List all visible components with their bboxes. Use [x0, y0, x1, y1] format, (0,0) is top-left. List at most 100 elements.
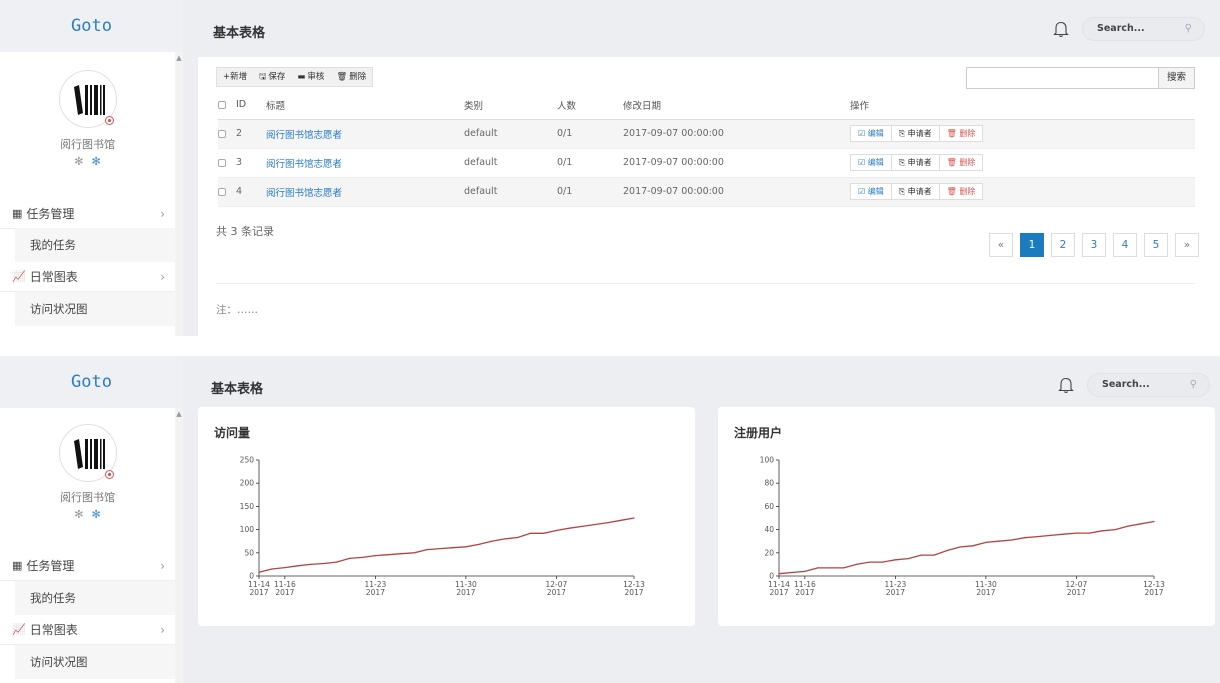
gear-icon[interactable]: ✻ [74, 508, 83, 521]
page-button-5[interactable]: 5 [1144, 233, 1168, 257]
data-point [1024, 537, 1026, 539]
table-row[interactable]: 3 阅行图书馆志愿者 default 0/1 2017-09-07 00:00:00 ☑ … [218, 148, 1195, 178]
scroll-up-icon[interactable]: ▲ [175, 54, 183, 64]
scroll-up-icon[interactable]: ▲ [175, 410, 183, 420]
menu-my-tasks[interactable]: 我的任务 [15, 581, 175, 615]
sidebar-scrollbar[interactable] [175, 408, 183, 683]
data-point [555, 529, 558, 532]
table-search-button[interactable]: 搜索 [1158, 67, 1195, 89]
x-tick-year: 2017 [1144, 588, 1163, 597]
column-header-id[interactable]: ID [236, 91, 266, 120]
menu-task-management[interactable]: ▦ 任务管理 › [0, 551, 175, 581]
search-icon[interactable]: ⚲ [1190, 374, 1197, 396]
column-header-actions: 操作 [850, 91, 1195, 120]
prev-page-button[interactable]: « [989, 233, 1013, 257]
page-title: 基本表格 [213, 26, 266, 41]
data-point [894, 559, 896, 561]
x-tick-year: 2017 [624, 588, 643, 597]
column-header-count[interactable]: 人数 [557, 91, 623, 120]
brand-logo[interactable]: Goto [0, 356, 183, 408]
review-icon: ▬ [297, 72, 306, 82]
avatar[interactable] [59, 70, 117, 128]
menu-my-tasks[interactable]: 我的任务 [15, 228, 175, 262]
title-link[interactable]: 阅行图书馆志愿者 [266, 188, 342, 199]
add-button[interactable]: +新增 [217, 68, 253, 86]
delete-button[interactable]: 🗑 删除 [938, 183, 984, 200]
cell-id: 4 [236, 177, 266, 207]
trash-icon: 🗑 [946, 129, 960, 138]
data-point [413, 552, 415, 554]
avatar[interactable] [59, 424, 117, 482]
page-button-3[interactable]: 3 [1082, 233, 1106, 257]
menu-daily-charts[interactable]: 📈 日常图表 › [0, 262, 175, 292]
search-icon[interactable]: ⚲ [1185, 18, 1192, 40]
edit-button[interactable]: ☑ 编辑 [850, 154, 892, 171]
data-point [907, 558, 909, 560]
row-checkbox[interactable] [218, 129, 226, 138]
edit-button[interactable]: ☑ 编辑 [850, 125, 892, 142]
data-point [1011, 539, 1013, 541]
next-page-button[interactable]: » [1175, 233, 1199, 257]
column-header-title[interactable]: 标题 [266, 91, 464, 120]
table-row[interactable]: 2 阅行图书馆志愿者 default 0/1 2017-09-07 00:00:00 ☑ … [218, 119, 1195, 149]
data-point [1101, 530, 1103, 532]
page-button-4[interactable]: 4 [1113, 233, 1137, 257]
cell-date: 2017-09-07 00:00:00 [623, 119, 850, 149]
delete-button[interactable]: 🗑 删除 [938, 125, 984, 142]
header: 基本表格 Search... ⚲ [183, 0, 1220, 52]
menu-daily-charts[interactable]: 📈 日常图表 › [0, 615, 175, 645]
select-all-checkbox[interactable] [218, 100, 226, 109]
search-input[interactable]: Search... ⚲ [1082, 17, 1205, 41]
page-button-2[interactable]: 2 [1051, 233, 1075, 257]
gear-icon[interactable]: ✻ [92, 155, 101, 168]
title-link[interactable]: 阅行图书馆志愿者 [266, 130, 342, 141]
row-checkbox[interactable] [218, 187, 226, 196]
applicants-button[interactable]: ⎘ 申请者 [890, 154, 940, 171]
column-header-date[interactable]: 修改日期 [623, 91, 850, 120]
data-point [529, 532, 532, 534]
review-button[interactable]: ▬ 审核 [291, 68, 330, 86]
data-point [1037, 535, 1039, 538]
gear-icon[interactable]: ✻ [74, 155, 83, 168]
data-point [348, 557, 351, 559]
applicants-button[interactable]: ⎘ 申请者 [890, 125, 940, 142]
cell-count: 0/1 [557, 148, 623, 178]
column-header-category[interactable]: 类别 [464, 91, 557, 120]
menu-visit-status-chart[interactable]: 访问状况图 [15, 645, 175, 679]
edit-button[interactable]: ☑ 编辑 [850, 183, 892, 200]
table-search-input[interactable] [966, 67, 1159, 89]
menu-task-management[interactable]: ▦ 任务管理 › [0, 199, 175, 229]
data-point [998, 540, 1000, 542]
sidebar-scrollbar[interactable] [175, 52, 183, 336]
data-point [258, 571, 260, 573]
applicants-button[interactable]: ⎘ 申请者 [890, 183, 940, 200]
settings-icons: ✻ ✻ [0, 155, 175, 168]
delete-button[interactable]: 🗑 删除 [938, 154, 984, 171]
cell-actions: ☑ 编辑 ⎘ 申请者 🗑 删除 [850, 119, 1195, 149]
bell-icon[interactable] [1058, 376, 1074, 394]
bell-icon[interactable] [1053, 20, 1069, 38]
data-point [972, 545, 974, 547]
cell-category: default [464, 119, 557, 149]
search-input[interactable]: Search... ⚲ [1087, 373, 1210, 397]
registered-users-line-chart: 02040608010011-14201711-16201711-2320171… [760, 456, 1165, 598]
data-point [271, 568, 273, 570]
y-tick-label: 50 [244, 548, 254, 557]
row-checkbox[interactable] [218, 158, 226, 167]
menu-visit-status-chart[interactable]: 访问状况图 [15, 292, 175, 326]
delete-button[interactable]: 🗑 删除 [330, 68, 372, 86]
page-button-1[interactable]: 1 [1020, 233, 1044, 257]
chevron-right-icon: › [160, 206, 165, 221]
table-row[interactable]: 4 阅行图书馆志愿者 default 0/1 2017-09-07 00:00:00 ☑ … [218, 177, 1195, 207]
y-tick-label: 200 [240, 479, 255, 488]
data-point [778, 573, 780, 575]
trash-icon: 🗑 [946, 187, 960, 196]
gear-icon[interactable]: ✻ [92, 508, 101, 521]
data-point [620, 519, 622, 521]
save-button[interactable]: 🖫 保存 [253, 68, 291, 86]
title-link[interactable]: 阅行图书馆志愿者 [266, 159, 342, 170]
y-tick-label: 100 [240, 525, 255, 534]
menu-label: 日常图表 [29, 270, 78, 284]
brand-logo[interactable]: Goto [0, 0, 183, 52]
data-point [568, 527, 570, 529]
